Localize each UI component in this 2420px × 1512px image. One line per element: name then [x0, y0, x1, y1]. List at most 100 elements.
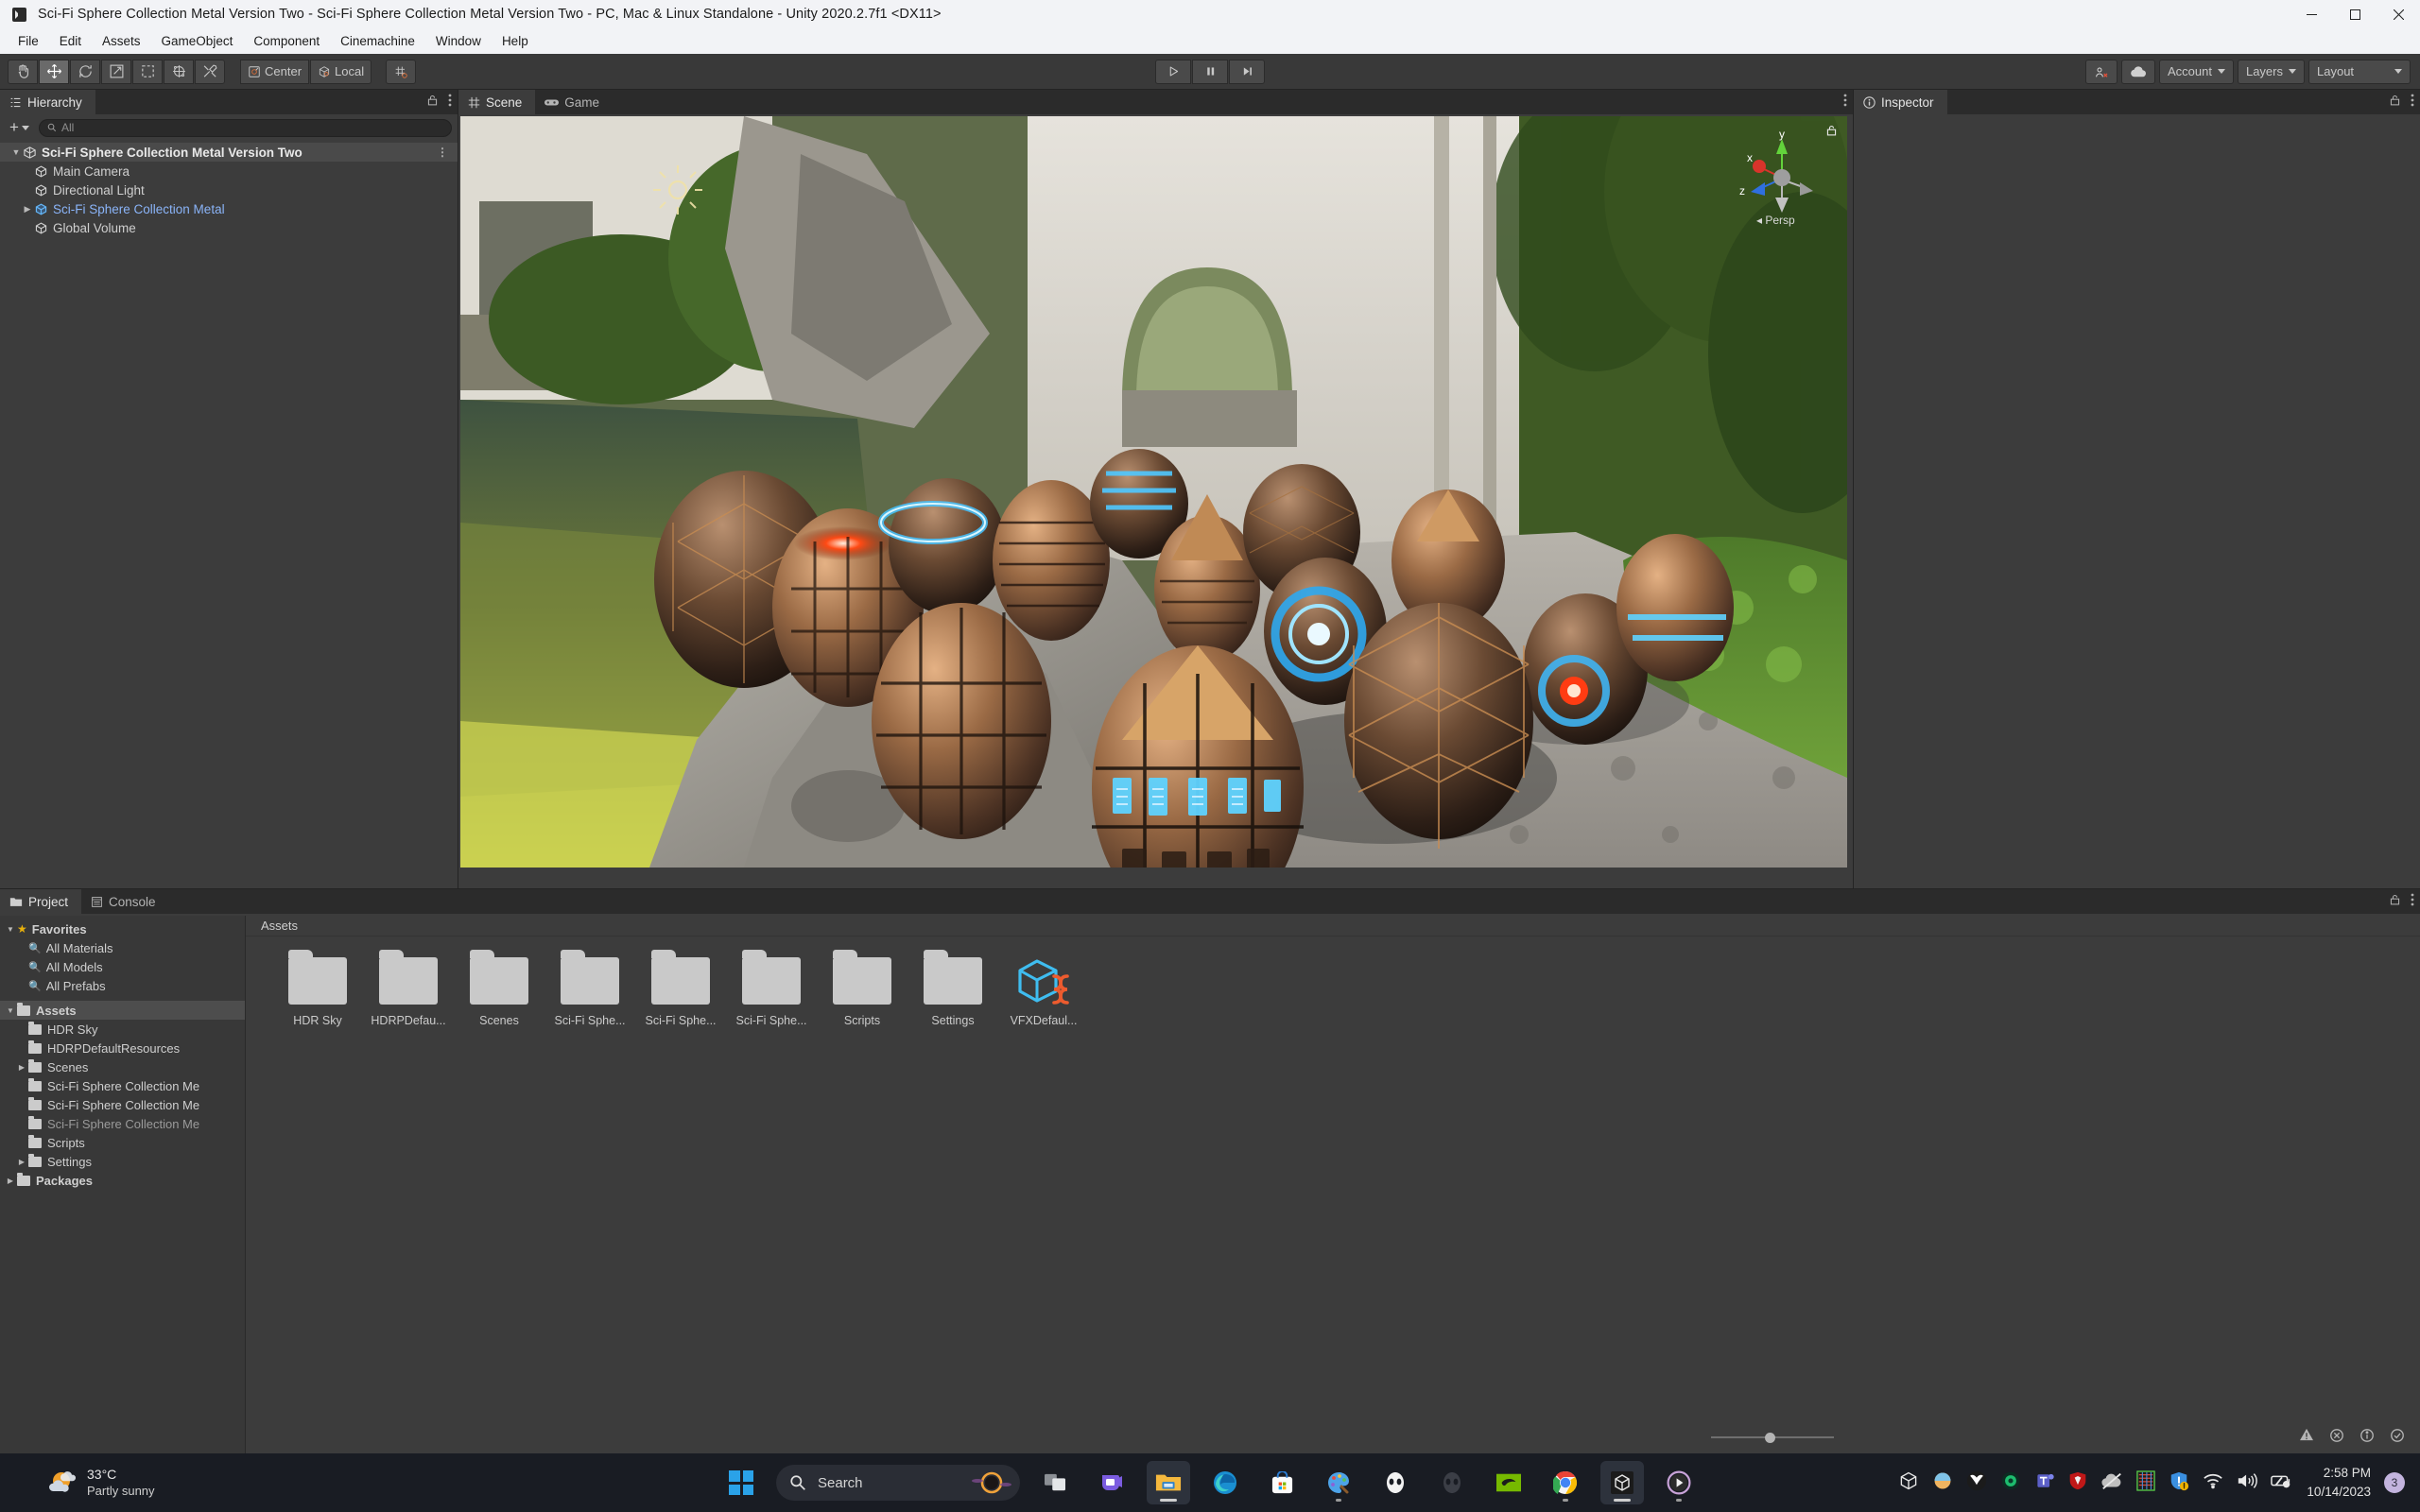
tray-volume-icon[interactable] — [2237, 1472, 2258, 1494]
status-error-icon[interactable] — [2329, 1428, 2344, 1448]
tray-security-icon[interactable] — [2169, 1470, 2189, 1496]
tray-xbox-icon[interactable] — [1966, 1470, 1987, 1496]
hierarchy-item-scene[interactable]: ▼ Sci-Fi Sphere Collection Metal Version… — [0, 143, 458, 162]
asset-item[interactable]: Sci-Fi Sphe... — [635, 950, 726, 1027]
taskbar-clock[interactable]: 2:58 PM 10/14/2023 — [2307, 1464, 2371, 1501]
status-warning-icon[interactable] — [2299, 1428, 2314, 1448]
taskbar-app-chrome[interactable] — [1544, 1461, 1587, 1504]
project-menu-icon[interactable] — [2411, 893, 2414, 911]
twisty-right-icon[interactable]: ▶ — [15, 1063, 28, 1072]
scale-tool-icon[interactable] — [101, 59, 131, 84]
pause-button[interactable] — [1192, 59, 1228, 84]
tree-item-all-prefabs[interactable]: 🔍 All Prefabs — [0, 976, 245, 995]
tree-item-settings[interactable]: ▶ Settings — [0, 1152, 245, 1171]
tree-item-scenes[interactable]: ▶ Scenes — [0, 1057, 245, 1076]
transform-tool-icon[interactable] — [164, 59, 194, 84]
grid-snapping-icon[interactable] — [386, 59, 417, 84]
window-maximize-button[interactable] — [2333, 0, 2377, 28]
menu-cinemachine[interactable]: Cinemachine — [330, 31, 425, 51]
tab-hierarchy[interactable]: Hierarchy — [0, 90, 95, 114]
scene-viewport[interactable]: y x z ◂ Persp — [460, 116, 1847, 868]
menu-edit[interactable]: Edit — [49, 31, 92, 51]
taskbar-weather-widget[interactable]: 33°C Partly sunny — [45, 1467, 155, 1499]
start-button[interactable] — [719, 1461, 763, 1504]
tree-item-sci-fi-sphere-collection-2[interactable]: Sci-Fi Sphere Collection Me — [0, 1095, 245, 1114]
taskbar-search-input[interactable]: Search — [776, 1465, 1020, 1501]
tree-item-favorites[interactable]: ▼ ★ Favorites — [0, 919, 245, 938]
twisty-down-icon[interactable]: ▼ — [4, 1006, 17, 1015]
taskbar-app-edge[interactable] — [1203, 1461, 1247, 1504]
asset-item[interactable]: Sci-Fi Sphe... — [544, 950, 635, 1027]
window-close-button[interactable] — [2377, 0, 2420, 28]
icon-size-slider[interactable] — [1711, 1432, 1834, 1443]
asset-item[interactable]: Sci-Fi Sphe... — [726, 950, 817, 1027]
hierarchy-lock-icon[interactable] — [426, 94, 439, 112]
tray-teams-icon[interactable] — [2034, 1470, 2055, 1496]
menu-file[interactable]: File — [8, 31, 49, 51]
asset-item[interactable]: Settings — [908, 950, 998, 1027]
tree-item-sci-fi-sphere-collection-3[interactable]: Sci-Fi Sphere Collection Me — [0, 1114, 245, 1133]
tree-item-packages[interactable]: ▶ Packages — [0, 1171, 245, 1190]
cloud-services-button[interactable] — [2120, 59, 2155, 84]
pivot-rotation-button[interactable]: Local — [310, 59, 372, 84]
hierarchy-item-main-camera[interactable]: Main Camera — [0, 162, 458, 180]
inspector-menu-icon[interactable] — [2411, 94, 2414, 112]
tray-cloud-off-icon[interactable] — [2100, 1471, 2123, 1495]
tray-spreadsheet-icon[interactable] — [2136, 1469, 2156, 1496]
scene-menu-icon[interactable] — [1843, 94, 1847, 112]
tree-item-hdrp-default-resources[interactable]: HDRPDefaultResources — [0, 1039, 245, 1057]
menu-component[interactable]: Component — [243, 31, 330, 51]
tree-item-scripts[interactable]: Scripts — [0, 1133, 245, 1152]
rotate-tool-icon[interactable] — [70, 59, 100, 84]
taskbar-app-teams[interactable] — [1090, 1461, 1133, 1504]
taskbar-app-paint[interactable] — [1317, 1461, 1360, 1504]
layout-button[interactable]: Layout — [2308, 59, 2411, 84]
scene-gizmo-lock-icon[interactable] — [1825, 124, 1838, 142]
taskbar-app-unity[interactable] — [1600, 1461, 1644, 1504]
twisty-right-icon[interactable]: ▶ — [21, 204, 34, 215]
tray-wifi-icon[interactable] — [2203, 1472, 2223, 1494]
twisty-down-icon[interactable]: ▼ — [9, 147, 23, 157]
step-button[interactable] — [1229, 59, 1265, 84]
twisty-down-icon[interactable]: ▼ — [4, 925, 17, 934]
collab-button[interactable] — [2084, 59, 2118, 84]
hierarchy-item-global-volume[interactable]: Global Volume — [0, 218, 458, 237]
layers-button[interactable]: Layers — [2237, 59, 2305, 84]
notification-badge[interactable]: 3 — [2384, 1472, 2405, 1493]
tray-onedrive-icon[interactable] — [1932, 1471, 1953, 1495]
twisty-right-icon[interactable]: ▶ — [15, 1158, 28, 1166]
tree-item-all-materials[interactable]: 🔍 All Materials — [0, 938, 245, 957]
tab-project[interactable]: Project — [0, 889, 82, 914]
tab-game[interactable]: Game — [535, 90, 614, 114]
status-check-icon[interactable] — [2390, 1428, 2405, 1448]
asset-item[interactable]: Scenes — [454, 950, 544, 1027]
taskbar-app-media-player[interactable] — [1657, 1461, 1701, 1504]
taskbar-app-store[interactable] — [1260, 1461, 1304, 1504]
tree-item-sci-fi-sphere-collection-1[interactable]: Sci-Fi Sphere Collection Me — [0, 1076, 245, 1095]
tree-item-assets[interactable]: ▼ Assets — [0, 1001, 245, 1020]
asset-item[interactable]: HDR Sky — [272, 950, 363, 1027]
menu-window[interactable]: Window — [425, 31, 492, 51]
pivot-mode-button[interactable]: Center — [240, 59, 310, 84]
hand-tool-icon[interactable] — [8, 59, 38, 84]
taskbar-app-file-explorer[interactable] — [1147, 1461, 1190, 1504]
scene-axis-gizmo[interactable]: y x z ◂ Persp — [1730, 126, 1834, 230]
tray-mcafee-icon[interactable] — [2068, 1470, 2087, 1496]
taskbar-app-nvidia[interactable] — [1487, 1461, 1530, 1504]
taskbar-app-alienware-2[interactable] — [1430, 1461, 1474, 1504]
hierarchy-add-button[interactable]: + — [6, 118, 33, 137]
window-minimize-button[interactable] — [2290, 0, 2333, 28]
tree-item-hdr-sky[interactable]: HDR Sky — [0, 1020, 245, 1039]
hierarchy-menu-icon[interactable] — [448, 94, 452, 112]
tray-green-orb-icon[interactable] — [2000, 1470, 2021, 1496]
hierarchy-item-sci-fi-sphere-collection-metal[interactable]: ▶ Sci-Fi Sphere Collection Metal — [0, 199, 458, 218]
tab-scene[interactable]: Scene — [458, 90, 536, 114]
menu-help[interactable]: Help — [492, 31, 539, 51]
hierarchy-search-input[interactable]: All — [38, 118, 452, 137]
twisty-right-icon[interactable]: ▶ — [4, 1177, 17, 1185]
tray-battery-icon[interactable] — [2271, 1472, 2293, 1494]
project-lock-icon[interactable] — [2389, 893, 2401, 911]
tree-item-all-models[interactable]: 🔍 All Models — [0, 957, 245, 976]
asset-item[interactable]: Scripts — [817, 950, 908, 1027]
slider-knob[interactable] — [1765, 1432, 1776, 1443]
